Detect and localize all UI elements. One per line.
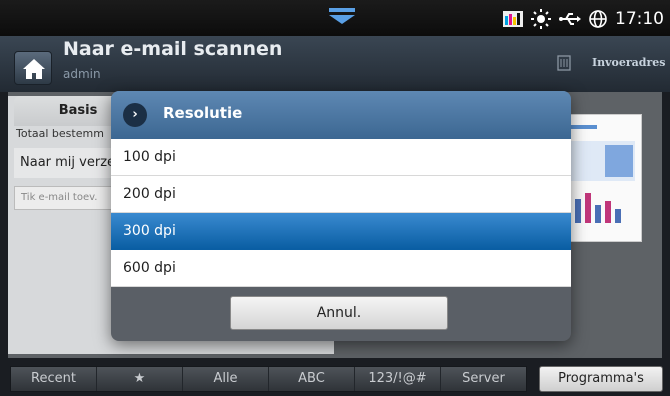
cancel-button[interactable]: Annul.: [230, 296, 448, 330]
dialog-title: Resolutie: [163, 104, 243, 122]
total-destinations-label: Totaal bestemm: [16, 127, 104, 140]
address-book-button[interactable]: Invoeradres: [592, 56, 665, 69]
globe-icon: [589, 10, 607, 28]
home-icon: [23, 59, 45, 79]
home-button[interactable]: [14, 51, 52, 85]
preview-thumbnail-icon: [567, 125, 635, 223]
bottom-bar: Recent ★ Alle ABC 123/!@# Server Program…: [0, 358, 670, 396]
tab-recent[interactable]: Recent: [11, 367, 97, 391]
option-300-dpi[interactable]: 300 dpi: [111, 213, 571, 250]
option-100-dpi[interactable]: 100 dpi: [111, 139, 571, 176]
usb-icon: [559, 13, 581, 25]
tab-abc[interactable]: ABC: [269, 367, 355, 391]
resolution-options: 100 dpi 200 dpi 300 dpi 600 dpi: [111, 139, 571, 287]
resolution-dialog: › Resolutie 100 dpi 200 dpi 300 dpi 600 …: [111, 91, 571, 341]
tab-alle[interactable]: Alle: [183, 367, 269, 391]
user-name: admin: [63, 67, 101, 81]
toner-level-icon: [503, 11, 523, 27]
status-bar: 17:10: [0, 0, 670, 36]
chevron-right-icon: ›: [123, 103, 147, 127]
tab-favorites-star-icon[interactable]: ★: [97, 367, 183, 391]
programs-button[interactable]: Programma's: [539, 366, 663, 392]
document-preview: [560, 114, 642, 242]
tab-123[interactable]: 123/!@#: [355, 367, 441, 391]
pull-down-handle-icon[interactable]: [322, 6, 362, 26]
brightness-icon: [531, 9, 551, 29]
clock: 17:10: [615, 9, 664, 29]
dialog-header: › Resolutie: [111, 91, 571, 139]
option-200-dpi[interactable]: 200 dpi: [111, 176, 571, 213]
option-600-dpi[interactable]: 600 dpi: [111, 250, 571, 287]
page-title: Naar e-mail scannen: [63, 38, 283, 60]
address-book-icon[interactable]: [557, 55, 571, 71]
title-bar: Naar e-mail scannen admin Invoeradres: [0, 36, 670, 92]
address-filter-tabs: Recent ★ Alle ABC 123/!@# Server: [10, 366, 527, 392]
tab-server[interactable]: Server: [441, 367, 526, 391]
